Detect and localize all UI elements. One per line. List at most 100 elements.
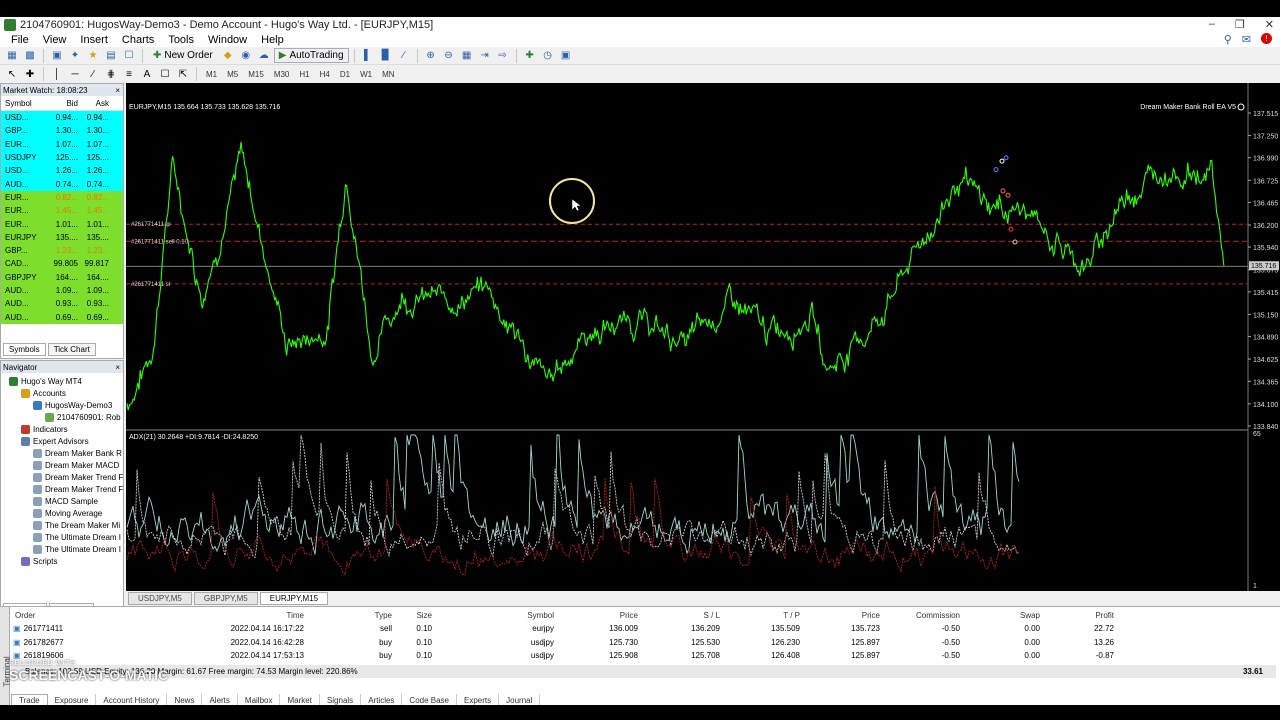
terminal-tab-signals[interactable]: Signals [320, 694, 362, 705]
terminal-tab-experts[interactable]: Experts [457, 694, 500, 705]
column-header[interactable]: S / L [638, 611, 720, 620]
zoom-in-icon[interactable]: ⊕ [423, 49, 439, 63]
terminal-tab-account-history[interactable]: Account History [96, 694, 168, 705]
navigator-item[interactable]: Scripts [1, 555, 123, 567]
terminal-tab-journal[interactable]: Journal [499, 694, 541, 705]
menu-window[interactable]: Window [201, 34, 254, 46]
order-row[interactable]: ▣ 261771411 2022.04.14 16:17:22 sell 0.10 eur… [11, 622, 1276, 635]
col-bid[interactable]: Bid [45, 99, 78, 108]
order-row[interactable]: ▣ 261782677 2022.04.14 16:42:28 buy 0.10 usdj… [11, 636, 1276, 649]
market-watch-row[interactable]: EUR... 1.01... 1.01... [1, 217, 123, 231]
column-header[interactable]: Time [129, 611, 304, 620]
terminal-tab-articles[interactable]: Articles [361, 694, 403, 705]
navigator-item[interactable]: Dream Maker Bank R [1, 447, 123, 459]
market-watch-row[interactable]: EURJPY 135.... 135.... [1, 230, 123, 244]
close-button[interactable]: ✕ [1265, 18, 1274, 31]
metaeditor-icon[interactable]: ◆ [220, 49, 236, 63]
column-header[interactable]: Price [554, 611, 638, 620]
menu-insert[interactable]: Insert [73, 34, 115, 46]
timeframe-h1[interactable]: H1 [295, 70, 313, 79]
arrows-icon[interactable]: ⇱ [175, 67, 191, 81]
chart-window[interactable]: 137.515 137.250 136.990 136.725 136.465 136.2… [126, 83, 1280, 604]
alert-icon[interactable]: ! [1261, 33, 1272, 44]
column-header[interactable]: Size [392, 611, 432, 620]
chat-icon[interactable]: ✉ [1242, 33, 1251, 46]
market-watch-row[interactable]: GBP... 1.23... 1.23... [1, 243, 123, 258]
candlestick-icon[interactable]: ▉ [378, 49, 394, 63]
market-watch-icon[interactable]: ▣ [49, 49, 65, 63]
menu-view[interactable]: View [36, 34, 74, 46]
minimize-button[interactable]: – [1209, 18, 1215, 31]
new-order-button[interactable]: ✚ New Order [148, 48, 218, 63]
order-row[interactable]: ▣ 261819606 2022.04.14 17:53:13 buy 0.10 usdj… [11, 649, 1276, 662]
column-header[interactable]: Swap [960, 611, 1040, 620]
column-header[interactable]: Order [11, 611, 129, 620]
column-header[interactable]: T / P [720, 611, 800, 620]
horizontal-line-icon[interactable]: ─ [67, 67, 83, 81]
terminal-tab-code-base[interactable]: Code Base [402, 694, 458, 705]
market-watch-row[interactable]: USDJPY 125.... 125.... [1, 150, 123, 165]
terminal-tab-alerts[interactable]: Alerts [202, 694, 238, 705]
navigator-item[interactable]: Dream Maker Trend F [1, 483, 123, 495]
signals-icon[interactable]: ◉ [238, 49, 254, 63]
search-icon[interactable]: ⚲ [1224, 33, 1232, 46]
navigator-item[interactable]: Dream Maker Trend F [1, 471, 123, 483]
tab-symbols[interactable]: Symbols [3, 343, 46, 356]
navigator-item[interactable]: Indicators [1, 423, 123, 435]
line-chart-icon[interactable]: ∕ [396, 49, 412, 63]
terminal-tab-trade[interactable]: Trade [11, 694, 48, 705]
menu-tools[interactable]: Tools [161, 34, 201, 46]
market-watch-row[interactable]: EUR... 0.82... 0.82... [1, 190, 123, 205]
fibonacci-icon[interactable]: ≡ [121, 67, 137, 81]
navigator-item[interactable]: The Dream Maker Mi [1, 519, 123, 531]
timeframe-m30[interactable]: M30 [270, 70, 294, 79]
trendline-icon[interactable]: ∕ [85, 67, 101, 81]
terminal-tab-market[interactable]: Market [280, 694, 320, 705]
navigator-item[interactable]: Accounts [1, 387, 123, 399]
column-header[interactable]: Profit [1040, 611, 1114, 620]
navigator-item[interactable]: MACD Sample [1, 495, 123, 507]
terminal-tab-mailbox[interactable]: Mailbox [238, 694, 281, 705]
market-watch-row[interactable]: AUD... 0.93... 0.93... [1, 297, 123, 311]
navigator-item[interactable]: Moving Average [1, 507, 123, 519]
navigator-item[interactable]: HugosWay-Demo3 [1, 399, 123, 411]
close-icon[interactable]: × [115, 86, 120, 95]
market-watch-row[interactable]: EUR... 1.07... 1.07... [1, 137, 123, 151]
bar-chart-icon[interactable]: ▌ [360, 49, 376, 63]
navigator-item[interactable]: Dream Maker MACD [1, 459, 123, 471]
new-chart-icon[interactable]: ▦ [4, 49, 20, 63]
menu-file[interactable]: File [4, 34, 36, 46]
maximize-button[interactable]: ❐ [1235, 18, 1245, 31]
label-icon[interactable]: ☐ [157, 67, 173, 81]
timeframe-d1[interactable]: D1 [336, 70, 354, 79]
crosshair-icon[interactable]: ✚ [22, 67, 38, 81]
navigator-item[interactable]: 2104760901: Rob [1, 411, 123, 423]
col-symbol[interactable]: Symbol [1, 99, 45, 108]
market-watch-row[interactable]: GBPJPY 164.... 164.... [1, 270, 123, 284]
zoom-out-icon[interactable]: ⊖ [441, 49, 457, 63]
col-ask[interactable]: Ask [78, 99, 111, 108]
terminal-icon[interactable]: ▤ [103, 49, 119, 63]
market-watch-row[interactable]: CAD... 99.805 99.817 [1, 257, 123, 271]
navigator-item[interactable]: The Ultimate Dream I [1, 531, 123, 543]
chart-tab-gbpjpy[interactable]: GBPJPY,M5 [193, 591, 258, 605]
channel-icon[interactable]: ⋕ [103, 67, 119, 81]
market-watch-row[interactable]: USD... 1.26... 1.26... [1, 164, 123, 178]
column-header[interactable]: Price [800, 611, 880, 620]
column-header[interactable]: Symbol [432, 611, 554, 620]
chart-tab-usdjpy[interactable]: USDJPY,M5 [128, 591, 192, 605]
menu-charts[interactable]: Charts [115, 34, 161, 46]
market-watch-row[interactable]: EUR... 1.45... 1.45... [1, 204, 123, 218]
navigator-item[interactable]: The Ultimate Dream I [1, 543, 123, 555]
close-icon[interactable]: × [115, 363, 120, 372]
menu-help[interactable]: Help [254, 34, 291, 46]
market-watch-row[interactable]: AUD... 0.69... 0.69... [1, 310, 123, 324]
terminal-tab-exposure[interactable]: Exposure [48, 694, 97, 705]
terminal-tab-news[interactable]: News [167, 694, 203, 705]
column-header[interactable]: Type [304, 611, 392, 620]
timeframe-w1[interactable]: W1 [356, 70, 376, 79]
autotrading-button[interactable]: ▶ AutoTrading [273, 48, 349, 63]
profiles-icon[interactable]: ▩ [22, 49, 38, 63]
market-watch-row[interactable]: USD... 0.94... 0.94... [1, 111, 123, 125]
cursor-icon[interactable]: ↖ [4, 67, 20, 81]
